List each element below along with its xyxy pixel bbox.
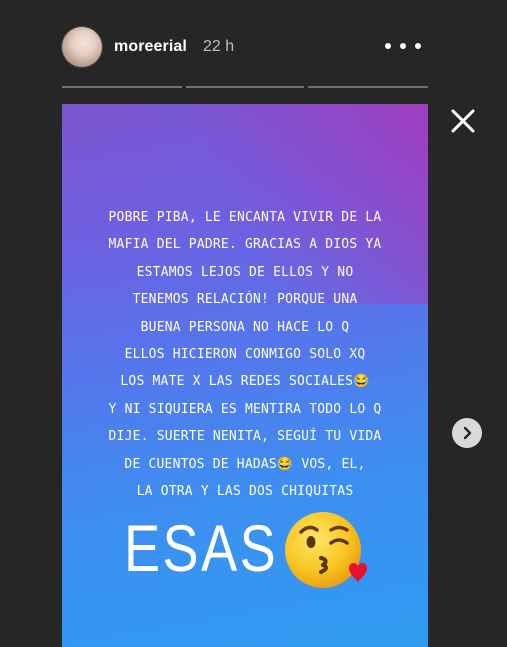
chevron-right-icon xyxy=(463,426,472,440)
story-header: moreerial 22 h xyxy=(0,0,507,80)
story-text: POBRE PIBA, LE ENCANTA VIVIR DE LA MAFIA… xyxy=(82,204,408,505)
avatar[interactable] xyxy=(62,27,102,67)
story-text-line: LOS MATE X LAS REDES SOCIALES😂 xyxy=(120,374,370,390)
story-text-line: DE CUENTOS DE HADAS😂 VOS, EL, xyxy=(124,456,366,472)
story-text-line: ELLOS HICIERON CONMIGO SOLO XQ xyxy=(124,347,366,363)
story-text-line: Y NI SIQUIERA ES MENTIRA TODO LO Q xyxy=(108,401,382,417)
username[interactable]: moreerial xyxy=(114,38,187,56)
kissing-face-with-heart-icon xyxy=(285,512,367,588)
timestamp: 22 h xyxy=(203,38,235,55)
story-text-line: MAFIA DEL PADRE. GRACIAS A DIOS YA xyxy=(108,237,382,253)
dot xyxy=(415,43,421,49)
progress-segment xyxy=(186,86,304,88)
progress-segment xyxy=(62,86,182,88)
story-text-line: ESTAMOS LEJOS DE ELLOS Y NO xyxy=(136,264,354,280)
big-word-row: ESAS xyxy=(62,504,428,594)
story-viewer: moreerial 22 h POBRE PIBA, LE ENCANTA VI… xyxy=(0,0,507,647)
next-story-button[interactable] xyxy=(452,418,482,448)
more-options-icon[interactable] xyxy=(385,34,421,58)
big-word: ESAS xyxy=(124,511,279,585)
dot xyxy=(400,43,406,49)
story-text-line: POBRE PIBA, LE ENCANTA VIVIR DE LA xyxy=(108,210,382,225)
close-icon[interactable] xyxy=(450,108,476,134)
story-image[interactable]: POBRE PIBA, LE ENCANTA VIVIR DE LA MAFIA… xyxy=(62,104,428,647)
dot xyxy=(385,43,391,49)
progress-segment xyxy=(308,86,428,88)
story-text-line: BUENA PERSONA NO HACE LO Q xyxy=(140,319,350,335)
story-text-line: DIJE. SUERTE NENITA, SEGUÍ TU VIDA xyxy=(108,429,382,445)
story-text-line: LA OTRA Y LAS DOS CHIQUITAS xyxy=(136,484,354,500)
story-text-line: TENEMOS RELACIÓN! PORQUE UNA xyxy=(132,292,358,308)
